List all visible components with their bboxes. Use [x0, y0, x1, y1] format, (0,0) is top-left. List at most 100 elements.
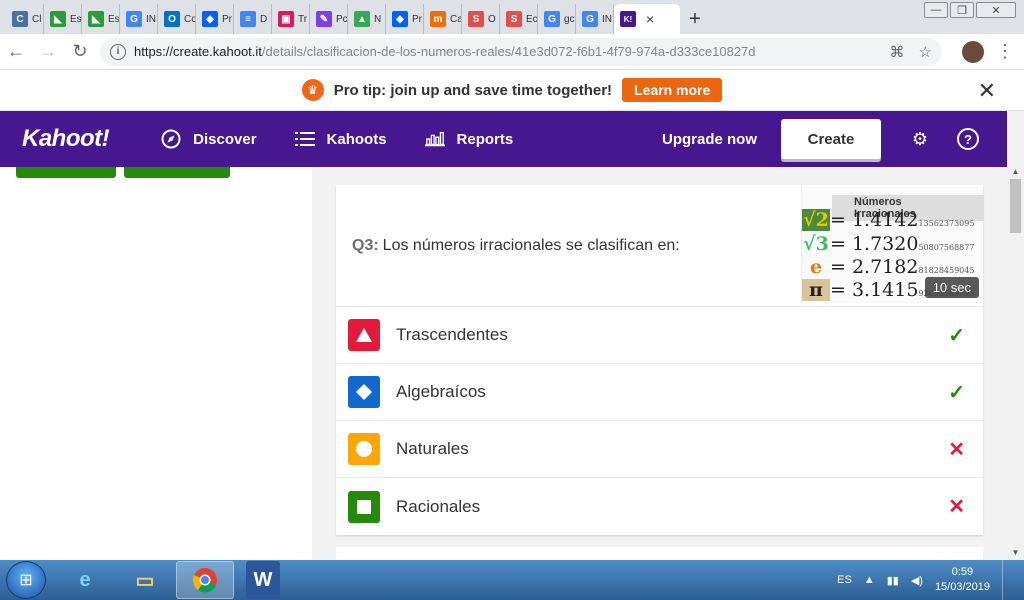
square-icon — [348, 490, 380, 523]
tab-label: Es — [70, 13, 82, 25]
show-desktop-button[interactable] — [1002, 560, 1014, 600]
left-pane — [0, 167, 312, 560]
minimize-icon[interactable]: — — [924, 2, 948, 18]
system-tray: ES ▲ ▮▮ ◀) 0:59 15/03/2019 — [837, 560, 1014, 600]
nav-kahoots[interactable]: Kahoots — [294, 129, 387, 149]
tab-label: Cc — [184, 13, 196, 25]
url-input[interactable]: i https://create.kahoot.it/details/clasi… — [100, 37, 942, 66]
windows-start-icon[interactable]: ⊞ — [6, 561, 46, 599]
tab-list: C Cl ◣ Es ◣ Es G IN O Cc ◆ Pr ≡ D ▣ Tr ✎ Pc ▲ N ◆ Pr m Ca S O S Ec G… — [6, 4, 614, 34]
bookmark-star-icon[interactable]: ☆ — [919, 43, 932, 61]
create-button[interactable]: Create — [781, 119, 881, 159]
learn-more-button[interactable]: Learn more — [622, 78, 723, 102]
scroll-down-icon[interactable]: ▼ — [1007, 548, 1024, 560]
google-icon: G — [582, 11, 598, 27]
answer-row: Naturales ✕ — [336, 421, 983, 478]
browser-tab[interactable]: ≡ D — [234, 4, 272, 34]
close-window-icon[interactable]: ✕ — [976, 2, 1016, 18]
page-scrollbar[interactable]: ▲ ▼ — [1007, 167, 1024, 560]
contacts-icon: ▣ — [278, 11, 294, 27]
maximize-icon[interactable]: ❐ — [950, 2, 974, 18]
image-row-e: e = 2.718281828459045 — [802, 256, 975, 278]
translate-icon[interactable]: ⌘ — [890, 43, 905, 61]
tab-label: Cl — [32, 13, 42, 25]
answer-text: Naturales — [396, 439, 469, 458]
question-card: Q3: Los números irracionales se clasific… — [336, 185, 984, 535]
upgrade-now-link[interactable]: Upgrade now — [662, 131, 757, 148]
word-icon[interactable]: W — [246, 561, 280, 599]
browser-tab[interactable]: G IN — [120, 4, 158, 34]
answer-text: Algebraícos — [396, 382, 486, 401]
question-number: Q3: — [352, 236, 379, 254]
pencil-icon: ✎ — [316, 11, 332, 27]
profile-avatar[interactable] — [962, 40, 984, 63]
crown-icon: ♛ — [301, 79, 324, 101]
internet-explorer-icon[interactable]: e — [56, 561, 114, 599]
file-explorer-icon[interactable]: ▭ — [116, 561, 174, 599]
browser-tab[interactable]: G IN — [576, 4, 614, 34]
tab-label: gc — [564, 13, 575, 25]
volume-icon[interactable]: ◀) — [911, 574, 923, 587]
sqrt2-tail: 13562373095 — [918, 219, 975, 228]
browser-tab[interactable]: SO — [462, 4, 500, 34]
dropbox-icon: ◆ — [202, 11, 218, 27]
scroll-thumb[interactable] — [1010, 179, 1021, 233]
browser-tab[interactable]: ◆ Pr — [196, 4, 234, 34]
new-tab-button[interactable]: + — [680, 4, 710, 34]
address-bar: ← → ↻ i https://create.kahoot.it/details… — [0, 34, 1024, 70]
clock[interactable]: 0:59 15/03/2019 — [935, 565, 990, 595]
answer-text: Racionales — [396, 496, 481, 516]
diamond-icon — [348, 376, 380, 408]
image-row-sqrt3: √3= 1.732050807568877 — [802, 233, 974, 255]
close-tab-icon[interactable]: × — [646, 11, 654, 27]
forward-icon[interactable]: → — [32, 41, 64, 62]
close-promo-icon[interactable]: ✕ — [978, 78, 996, 104]
back-icon[interactable]: ← — [0, 41, 32, 62]
network-icon[interactable]: ▮▮ — [887, 574, 899, 587]
browser-tab[interactable]: ▣ Tr — [272, 4, 310, 34]
tab-label: D — [260, 13, 268, 25]
browser-tab-strip: C Cl ◣ Es ◣ Es G IN O Cc ◆ Pr ≡ D ▣ Tr ✎ Pc ▲ N ◆ Pr m Ca S O S Ec G… — [0, 0, 1024, 34]
circle-icon — [348, 433, 380, 465]
scroll-up-icon[interactable]: ▲ — [1007, 167, 1024, 179]
settings-gear-icon[interactable]: ⚙ — [909, 128, 931, 150]
correct-check-icon: ✓ — [948, 381, 965, 404]
nav-reports[interactable]: Reports — [424, 129, 513, 149]
green-action-button-2[interactable] — [124, 167, 230, 178]
sqrt2-value: = 1.4142 — [830, 209, 919, 231]
browser-tab[interactable]: S Ec — [500, 4, 538, 34]
browser-tab[interactable]: O Cc — [158, 4, 196, 34]
browser-tab[interactable]: Ggc — [538, 4, 576, 34]
incorrect-x-icon: ✕ — [948, 496, 965, 518]
reload-icon[interactable]: ↻ — [64, 41, 96, 62]
browser-tab[interactable]: ◣ Es — [82, 4, 120, 34]
nav-discover[interactable]: Discover — [161, 129, 257, 149]
question-header[interactable]: Q3: Los números irracionales se clasific… — [336, 185, 984, 307]
site-info-icon[interactable]: i — [110, 43, 126, 60]
question-text: Los números irracionales se clasifican e… — [382, 236, 680, 254]
green-action-button-1[interactable] — [16, 167, 116, 178]
e-tail: 81828459045 — [918, 266, 975, 275]
browser-menu-icon[interactable]: ⋮ — [996, 41, 1014, 62]
browser-tab[interactable]: m Ca — [424, 4, 462, 34]
browser-tab[interactable]: ✎ Pc — [310, 4, 348, 34]
tab-kahoot-active[interactable]: K! × — [614, 4, 680, 34]
sqrt3-value: = 1.7320 — [830, 233, 919, 255]
tab-label: IN — [146, 13, 156, 25]
tray-expand-icon[interactable]: ▲ — [864, 574, 875, 586]
question-list-pane: Q3: Los números irracionales se clasific… — [312, 167, 1007, 567]
list-icon — [294, 129, 315, 149]
tab-label: IN — [602, 13, 612, 25]
browser-tab[interactable]: ◣ Es — [44, 4, 82, 34]
browser-tab[interactable]: C Cl — [6, 4, 44, 34]
tab-label: N — [374, 13, 382, 25]
chrome-icon[interactable] — [176, 561, 234, 599]
url-host: https://create.kahoot.it — [134, 44, 262, 59]
kahoot-logo[interactable]: Kahoot! — [22, 125, 110, 153]
m-icon: m — [430, 11, 446, 27]
browser-tab[interactable]: ◆ Pr — [386, 4, 424, 34]
nav-discover-label: Discover — [193, 130, 257, 148]
browser-tab[interactable]: ▲ N — [348, 4, 386, 34]
help-icon[interactable]: ? — [957, 128, 979, 150]
language-indicator[interactable]: ES — [837, 574, 852, 586]
